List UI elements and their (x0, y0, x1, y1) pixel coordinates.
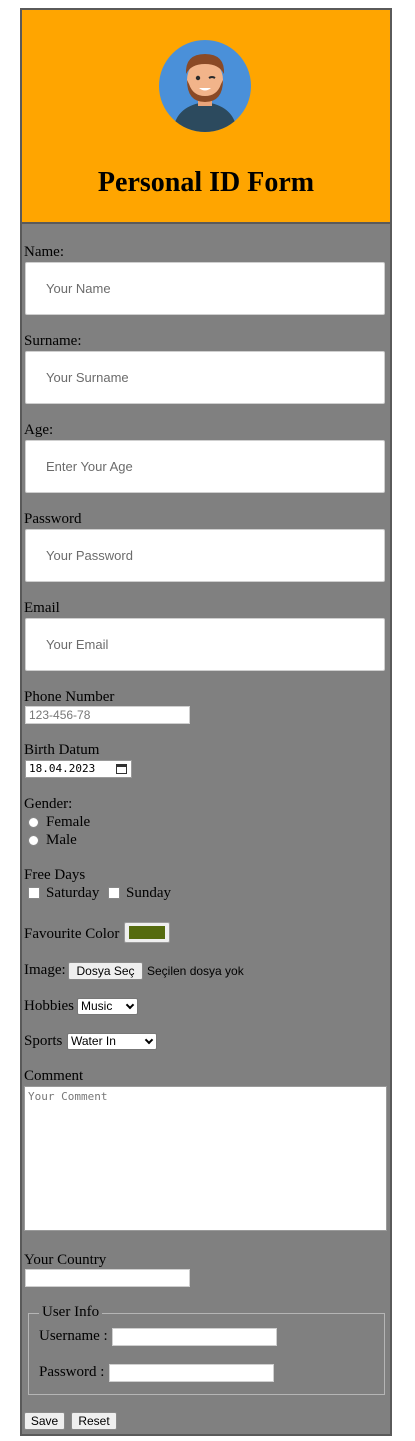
free-days-label: Free Days (24, 867, 86, 883)
age-input[interactable] (25, 440, 385, 493)
country-label: Your Country (24, 1252, 107, 1268)
surname-input[interactable] (25, 351, 385, 404)
saturday-checkbox[interactable] (28, 887, 40, 899)
username-label: Username : (39, 1328, 108, 1344)
password-input[interactable] (25, 529, 385, 582)
surname-label: Surname: (24, 333, 82, 349)
saturday-label: Saturday (46, 885, 100, 901)
user-info-fieldset: User Info Username : Password : (28, 1304, 385, 1395)
file-status-text: Seçilen dosya yok (147, 964, 244, 978)
form-container: Personal ID Form Name: Surname: Age: Pas… (20, 8, 392, 1436)
user-password-label: Password : (39, 1364, 105, 1380)
name-label: Name: (24, 244, 64, 260)
color-picker[interactable] (124, 922, 170, 943)
hobbies-select[interactable]: Music (77, 998, 138, 1015)
email-input[interactable] (25, 618, 385, 671)
hobbies-selected-value: Music (81, 999, 113, 1013)
name-input[interactable] (25, 262, 385, 315)
sunday-label: Sunday (126, 885, 171, 901)
user-info-legend: User Info (39, 1304, 103, 1321)
choose-file-button[interactable]: Dosya Seç (68, 962, 143, 980)
email-label: Email (24, 600, 60, 616)
page-title: Personal ID Form (97, 167, 315, 198)
birth-date-value: 18.04.2023 (29, 762, 96, 775)
sports-select[interactable]: Water In (67, 1033, 157, 1050)
chevron-down-icon (144, 1035, 154, 1045)
gender-male-label: Male (46, 832, 77, 848)
sports-selected-value: Water In (71, 1034, 116, 1048)
hobbies-label: Hobbies (24, 998, 74, 1014)
phone-input[interactable] (25, 706, 190, 724)
sports-label: Sports (24, 1033, 63, 1049)
birth-date-input[interactable]: 18.04.2023 (25, 760, 132, 778)
form-header: Personal ID Form (22, 10, 390, 224)
save-button[interactable]: Save (24, 1412, 65, 1430)
image-label: Image: (24, 962, 66, 978)
password-label: Password (24, 511, 82, 527)
sunday-checkbox[interactable] (108, 887, 120, 899)
favourite-color-label: Favourite Color (24, 926, 120, 942)
age-label: Age: (24, 422, 54, 438)
country-input[interactable] (25, 1269, 190, 1287)
reset-button[interactable]: Reset (71, 1412, 117, 1430)
gender-female-radio[interactable] (28, 817, 39, 828)
user-password-input[interactable] (109, 1364, 274, 1382)
calendar-icon[interactable] (116, 764, 127, 774)
gender-male-radio[interactable] (28, 835, 39, 846)
comment-label: Comment (24, 1068, 84, 1084)
man-avatar-icon (159, 40, 251, 132)
gender-label: Gender: (24, 796, 73, 812)
chevron-down-icon (125, 1000, 135, 1010)
comment-textarea[interactable] (24, 1086, 387, 1231)
phone-label: Phone Number (24, 689, 115, 705)
birth-date-label: Birth Datum (24, 742, 100, 758)
color-swatch (129, 926, 165, 939)
username-input[interactable] (112, 1328, 277, 1346)
gender-female-label: Female (46, 814, 91, 830)
